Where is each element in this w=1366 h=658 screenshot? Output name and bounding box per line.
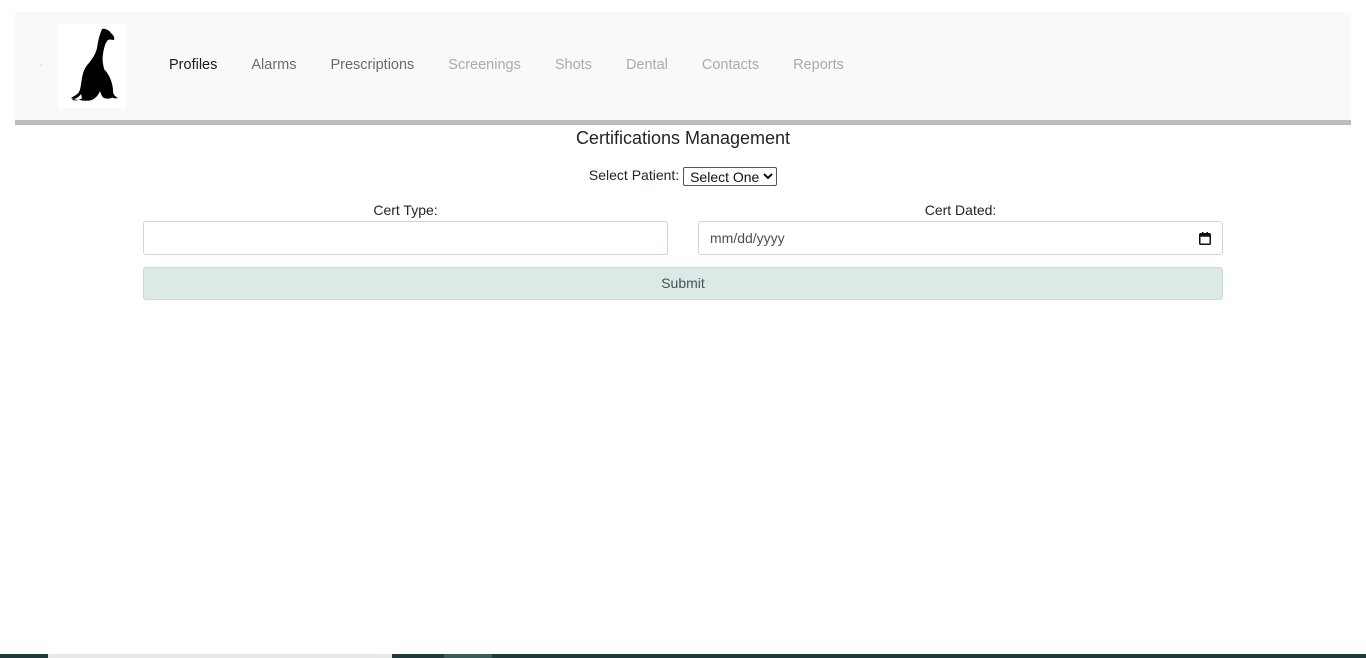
submit-button[interactable]: Submit (143, 267, 1223, 300)
cert-dated-label: Cert Dated: (924, 202, 997, 218)
taskbar-segment[interactable] (48, 654, 392, 658)
page-title: Certifications Management (575, 128, 791, 148)
nav-item-prescriptions[interactable]: Prescriptions (313, 57, 431, 73)
nav-item-alarms[interactable]: Alarms (234, 57, 313, 73)
os-taskbar (0, 654, 1366, 658)
nav-item-contacts[interactable]: Contacts (685, 57, 776, 73)
patient-select-dropdown[interactable]: Select One (683, 166, 778, 186)
cert-type-label: Cert Type: (373, 202, 438, 218)
greyhound-logo-icon[interactable] (58, 24, 126, 108)
nav-item-dental[interactable]: Dental (609, 57, 685, 73)
cert-type-input[interactable] (143, 221, 668, 255)
cert-dated-placeholder: mm/dd/yyyy (710, 230, 785, 246)
nav-item-screenings[interactable]: Screenings (431, 57, 538, 73)
decorative-dot (40, 64, 42, 66)
patient-select-row: Select Patient: Select One (0, 165, 1366, 186)
nav-menu: Profiles Alarms Prescriptions Screenings… (152, 54, 861, 76)
cert-dated-input[interactable]: mm/dd/yyyy (698, 221, 1223, 255)
nav-item-shots[interactable]: Shots (538, 57, 609, 73)
taskbar-segment[interactable] (444, 654, 492, 658)
patient-select-label: Select Patient: (588, 167, 680, 183)
nav-item-profiles[interactable]: Profiles (152, 57, 234, 73)
navbar-divider (15, 120, 1351, 125)
nav-item-reports[interactable]: Reports (776, 57, 861, 73)
calendar-icon[interactable] (1199, 231, 1211, 245)
